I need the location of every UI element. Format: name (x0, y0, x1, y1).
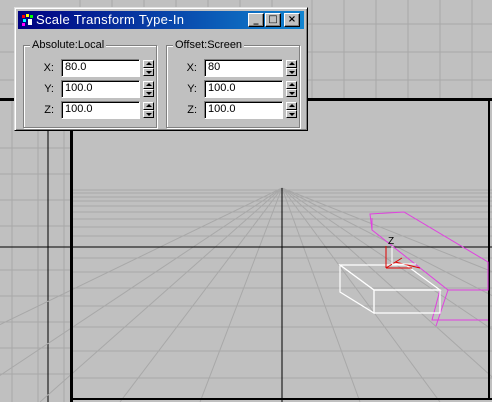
minimize-icon: _ (253, 14, 259, 25)
offset-z-label: Z: (187, 104, 197, 116)
spinner-up-button[interactable] (143, 60, 154, 68)
spinner-up-icon (146, 83, 152, 86)
dialog-titlebar[interactable]: Scale Transform Type-In _ □ × (18, 11, 304, 29)
absolute-z-spinner[interactable] (143, 102, 154, 118)
absolute-local-label: Absolute:Local (30, 38, 107, 52)
close-button[interactable]: × (284, 13, 300, 27)
spinner-down-icon (146, 113, 152, 116)
spinner-down-icon (289, 92, 295, 95)
scale-transform-dialog[interactable]: Scale Transform Type-In _ □ × Absolute:L… (14, 7, 308, 131)
offset-x-spinner[interactable] (286, 60, 297, 76)
spinner-down-button[interactable] (143, 68, 154, 76)
spinner-up-icon (289, 104, 295, 107)
spinner-up-icon (146, 62, 152, 65)
spinner-down-button[interactable] (143, 110, 154, 118)
spinner-down-icon (289, 71, 295, 74)
absolute-x-row: X: 80.0 (24, 59, 158, 77)
spinner-up-button[interactable] (143, 102, 154, 110)
spinner-down-icon (146, 92, 152, 95)
spinner-up-icon (289, 83, 295, 86)
absolute-x-label: X: (43, 62, 54, 74)
offset-z-input[interactable]: 100.0 (204, 101, 283, 119)
offset-z-spinner[interactable] (286, 102, 297, 118)
absolute-local-group: Absolute:Local X: 80.0 Y: 100.0 Z: 100.0 (23, 38, 158, 128)
absolute-z-row: Z: 100.0 (24, 101, 158, 119)
offset-x-label: X: (186, 62, 197, 74)
offset-z-row: Z: 100.0 (167, 101, 301, 119)
absolute-x-input[interactable]: 80.0 (61, 59, 140, 77)
absolute-y-input[interactable]: 100.0 (61, 80, 140, 98)
minimize-button[interactable]: _ (248, 13, 264, 27)
spinner-down-button[interactable] (286, 110, 297, 118)
spinner-up-icon (146, 104, 152, 107)
maximize-icon: □ (268, 14, 278, 25)
offset-screen-label: Offset:Screen (173, 38, 245, 52)
offset-y-label: Y: (187, 83, 197, 95)
3dsmax-app-icon (22, 14, 33, 26)
close-icon: × (287, 14, 297, 25)
offset-y-input[interactable]: 100.0 (204, 80, 283, 98)
absolute-y-row: Y: 100.0 (24, 80, 158, 98)
spinner-up-button[interactable] (286, 60, 297, 68)
offset-x-row: X: 80 (167, 59, 301, 77)
viewport-border-right (488, 100, 490, 400)
spinner-down-icon (289, 113, 295, 116)
spinner-down-button[interactable] (286, 89, 297, 97)
offset-y-spinner[interactable] (286, 81, 297, 97)
spinner-down-icon (146, 71, 152, 74)
spinner-up-button[interactable] (286, 102, 297, 110)
spinner-down-button[interactable] (286, 68, 297, 76)
viewport-divider-vertical (70, 98, 73, 402)
offset-y-row: Y: 100.0 (167, 80, 301, 98)
absolute-x-spinner[interactable] (143, 60, 154, 76)
spinner-up-icon (289, 62, 295, 65)
viewport-border-bottom (72, 398, 492, 400)
absolute-z-label: Z: (44, 104, 54, 116)
absolute-y-spinner[interactable] (143, 81, 154, 97)
spinner-down-button[interactable] (143, 89, 154, 97)
spinner-up-button[interactable] (286, 81, 297, 89)
absolute-z-input[interactable]: 100.0 (61, 101, 140, 119)
dialog-title: Scale Transform Type-In (36, 12, 185, 27)
offset-x-input[interactable]: 80 (204, 59, 283, 77)
spinner-up-button[interactable] (143, 81, 154, 89)
gizmo-axis-label: Z (388, 236, 394, 247)
offset-screen-group: Offset:Screen X: 80 Y: 100.0 Z: 100.0 (166, 38, 301, 128)
absolute-y-label: Y: (44, 83, 54, 95)
maximize-button[interactable]: □ (265, 13, 281, 27)
